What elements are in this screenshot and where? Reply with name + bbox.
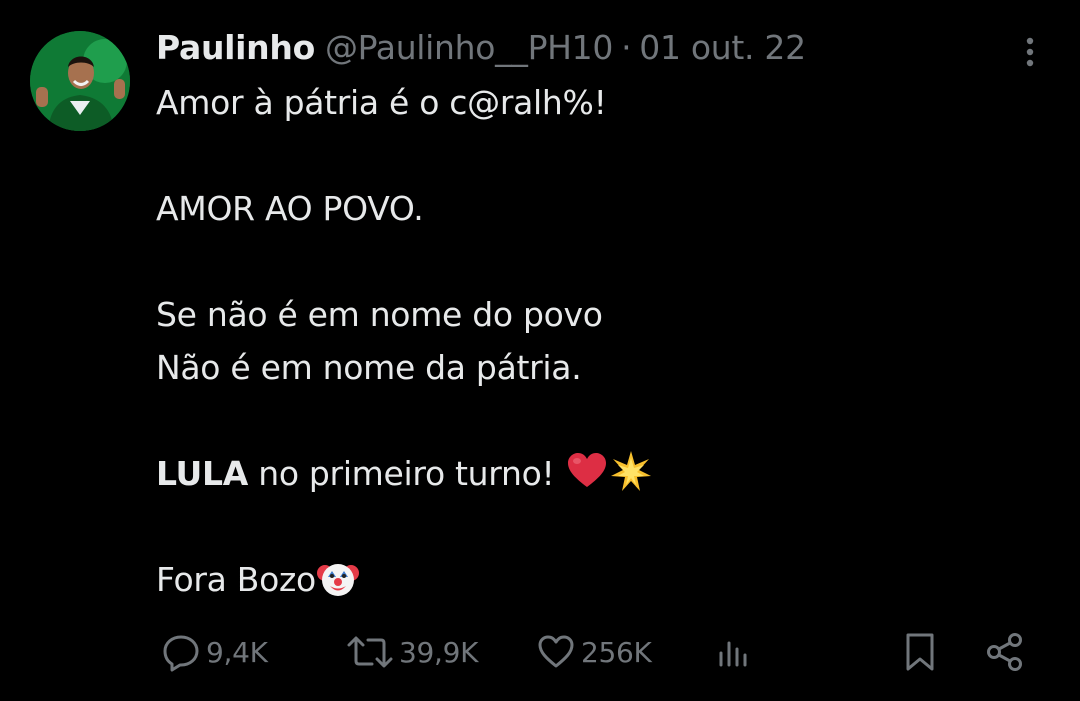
bookmark-icon	[906, 633, 934, 671]
tweet-line-lula: LULA no primeiro turno!	[156, 447, 1036, 500]
share-icon	[987, 633, 1022, 671]
tweet-line: Não é em nome da pátria.	[156, 348, 582, 387]
tweet-date[interactable]: 01 out. 22	[639, 28, 806, 67]
views-chart-icon	[719, 641, 747, 667]
more-options-button[interactable]	[1012, 28, 1048, 76]
tweet-actions: 9,4K 39,9K 256K	[0, 624, 1080, 680]
header-separator: ·	[621, 27, 632, 67]
author-name[interactable]: Paulinho	[156, 28, 315, 67]
tweet: Paulinho @Paulinho__PH10 · 01 out. 22 Am…	[0, 0, 1080, 701]
share-button[interactable]	[984, 624, 1026, 680]
tweet-line-text: Fora Bozo	[156, 560, 316, 599]
retweet-count: 39,9K	[399, 635, 479, 669]
tweet-line: Amor à pátria é o c@ralh%!	[156, 83, 607, 122]
bookmark-button[interactable]	[900, 624, 940, 680]
like-button[interactable]: 256K	[535, 624, 652, 680]
like-count: 256K	[581, 635, 652, 669]
reply-button[interactable]: 9,4K	[160, 624, 268, 680]
more-vertical-icon	[1026, 37, 1034, 67]
glowing-star-icon	[609, 449, 653, 493]
reply-icon	[163, 635, 199, 672]
reply-count: 9,4K	[206, 635, 268, 669]
views-button[interactable]	[714, 624, 754, 680]
avatar-image	[30, 31, 130, 131]
tweet-text: Amor à pátria é o c@ralh%! AMOR AO POVO.…	[156, 76, 1036, 606]
author-handle[interactable]: @Paulinho__PH10	[325, 28, 613, 67]
avatar[interactable]	[30, 31, 130, 131]
clown-face-icon	[316, 555, 360, 599]
tweet-line-rest: no primeiro turno!	[248, 454, 565, 493]
retweet-button[interactable]: 39,9K	[345, 624, 479, 680]
tweet-line: AMOR AO POVO.	[156, 189, 424, 228]
red-heart-icon	[565, 449, 609, 493]
tweet-line: Se não é em nome do povo	[156, 295, 603, 334]
tweet-line-fora-bozo: Fora Bozo	[156, 553, 1036, 606]
retweet-icon	[347, 636, 393, 668]
lula-bold-text[interactable]: LULA	[156, 454, 248, 493]
tweet-header: Paulinho @Paulinho__PH10 · 01 out. 22	[156, 22, 806, 72]
heart-icon	[538, 635, 574, 668]
